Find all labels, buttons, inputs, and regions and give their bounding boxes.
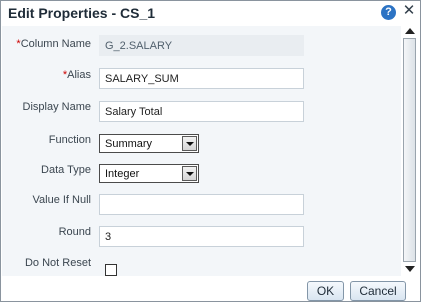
chevron-down-icon[interactable] [182, 136, 197, 151]
vertical-scrollbar[interactable] [401, 26, 419, 276]
edit-properties-dialog: Edit Properties - CS_1 ? ✕ *Column Name … [0, 0, 421, 302]
row-alias: *Alias [2, 65, 401, 89]
display-name-label: Display Name [22, 101, 91, 113]
data-type-select[interactable]: Integer [99, 164, 199, 183]
dialog-title: Edit Properties - CS_1 [8, 5, 156, 21]
row-display-name: Display Name [2, 97, 401, 122]
value-if-null-label: Value If Null [32, 194, 92, 206]
function-label: Function [48, 134, 91, 146]
row-round: Round [2, 222, 401, 247]
row-function: Function Summary [2, 130, 401, 154]
ok-button[interactable]: OK [307, 281, 344, 301]
display-name-field[interactable] [99, 101, 304, 122]
properties-form: *Column Name *Alias Display Name Functio… [2, 26, 401, 276]
scroll-down-arrow-icon[interactable] [403, 263, 417, 275]
column-name-field [99, 35, 304, 56]
round-field[interactable] [99, 226, 304, 247]
do-not-reset-checkbox[interactable] [105, 264, 117, 276]
close-icon[interactable]: ✕ [402, 3, 416, 19]
data-type-select-value: Integer [105, 168, 140, 180]
row-column-name: *Column Name [2, 34, 401, 58]
function-select-value: Summary [105, 138, 153, 150]
column-name-label: *Column Name [16, 38, 91, 50]
cancel-button[interactable]: Cancel [350, 281, 406, 301]
chevron-down-icon[interactable] [182, 166, 197, 181]
scrollbar-thumb[interactable] [403, 38, 416, 262]
alias-field[interactable] [99, 68, 304, 89]
data-type-label: Data Type [41, 164, 91, 176]
dialog-footer: OK Cancel [1, 277, 420, 301]
scroll-up-arrow-icon[interactable] [403, 26, 417, 38]
help-icon[interactable]: ? [381, 5, 396, 20]
dialog-titlebar: Edit Properties - CS_1 ? ✕ [1, 1, 420, 25]
do-not-reset-label: Do Not Reset [24, 257, 91, 269]
row-data-type: Data Type Integer [2, 160, 401, 184]
alias-label: *Alias [62, 69, 91, 81]
round-label: Round [58, 226, 91, 238]
row-value-if-null: Value If Null [2, 190, 401, 215]
row-do-not-reset: Do Not Reset [2, 254, 401, 278]
value-if-null-field[interactable] [99, 194, 304, 215]
function-select[interactable]: Summary [99, 134, 199, 153]
